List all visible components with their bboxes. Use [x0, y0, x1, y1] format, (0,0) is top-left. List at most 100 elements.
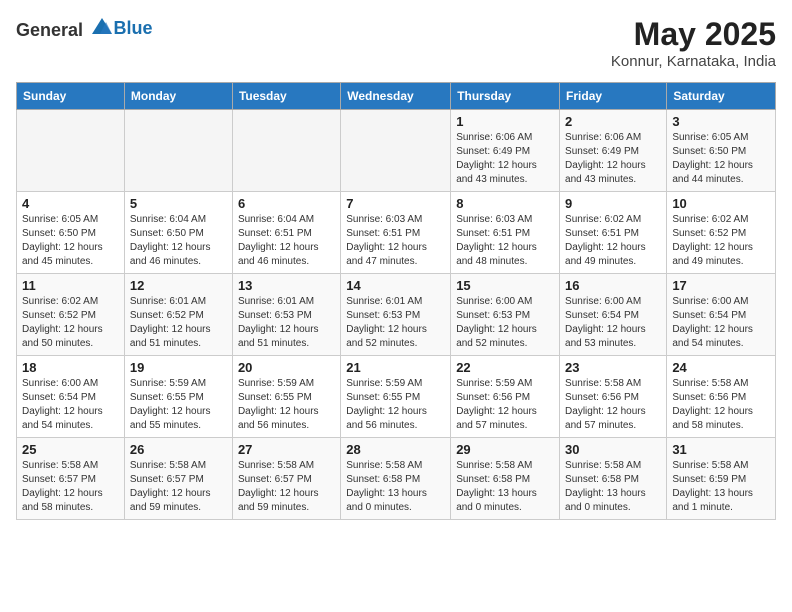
logo-general: General — [16, 20, 83, 40]
calendar-cell: 16 Sunrise: 6:00 AM Sunset: 6:54 PM Dayli… — [560, 274, 667, 356]
calendar-cell: 13Sunrise: 6:01 AM Sunset: 6:53 PM Dayli… — [232, 274, 340, 356]
logo: General Blue — [16, 16, 153, 41]
logo-icon — [90, 16, 114, 36]
calendar-week-row: 4Sunrise: 6:05 AM Sunset: 6:50 PM Daylig… — [17, 192, 776, 274]
day-info: Sunrise: 6:05 AM Sunset: 6:50 PM Dayligh… — [672, 131, 770, 187]
calendar-cell: 1 Sunrise: 6:06 AM Sunset: 6:49 PM Daylig… — [451, 110, 560, 192]
day-info: Sunrise: 6:02 AM Sunset: 6:51 PM Dayligh… — [565, 213, 661, 269]
calendar-cell: 8Sunrise: 6:03 AM Sunset: 6:51 PM Daylig… — [451, 192, 560, 274]
calendar-week-row: 18 Sunrise: 6:00 AM Sunset: 6:54 PM Dayli… — [17, 356, 776, 438]
day-number: 6 — [238, 196, 335, 211]
day-info: Sunrise: 5:58 AM Sunset: 6:57 PM Dayligh… — [238, 459, 335, 515]
day-info: Sunrise: 5:58 AM Sunset: 6:59 PM Dayligh… — [672, 459, 770, 515]
day-info: Sunrise: 6:00 AM Sunset: 6:54 PM Dayligh… — [672, 295, 770, 351]
day-number: 4 — [22, 196, 119, 211]
calendar-cell: 30 Sunrise: 5:58 AM Sunset: 6:58 PM Dayli… — [560, 438, 667, 520]
day-info: Sunrise: 6:02 AM Sunset: 6:52 PM Dayligh… — [672, 213, 770, 269]
day-info: Sunrise: 6:01 AM Sunset: 6:53 PM Dayligh… — [238, 295, 335, 351]
calendar-cell: 4Sunrise: 6:05 AM Sunset: 6:50 PM Daylig… — [17, 192, 125, 274]
day-of-week-header: Tuesday — [232, 83, 340, 110]
day-number: 18 — [22, 360, 119, 375]
calendar-body: 1 Sunrise: 6:06 AM Sunset: 6:49 PM Daylig… — [17, 110, 776, 520]
day-info: Sunrise: 5:58 AM Sunset: 6:56 PM Dayligh… — [565, 377, 661, 433]
day-info: Sunrise: 6:00 AM Sunset: 6:54 PM Dayligh… — [565, 295, 661, 351]
day-info: Sunrise: 6:01 AM Sunset: 6:53 PM Dayligh… — [346, 295, 445, 351]
calendar-cell: 31 Sunrise: 5:58 AM Sunset: 6:59 PM Dayli… — [667, 438, 776, 520]
day-info: Sunrise: 5:58 AM Sunset: 6:58 PM Dayligh… — [346, 459, 445, 515]
day-info: Sunrise: 6:00 AM Sunset: 6:53 PM Dayligh… — [456, 295, 554, 351]
day-number: 21 — [346, 360, 445, 375]
day-number: 15 — [456, 278, 554, 293]
day-number: 28 — [346, 442, 445, 457]
day-of-week-header: Wednesday — [341, 83, 451, 110]
calendar-cell: 9 Sunrise: 6:02 AM Sunset: 6:51 PM Daylig… — [560, 192, 667, 274]
title-block: May 2025 Konnur, Karnataka, India — [611, 16, 776, 70]
calendar-cell: 15 Sunrise: 6:00 AM Sunset: 6:53 PM Dayli… — [451, 274, 560, 356]
calendar-cell: 18 Sunrise: 6:00 AM Sunset: 6:54 PM Dayli… — [17, 356, 125, 438]
day-info: Sunrise: 5:59 AM Sunset: 6:55 PM Dayligh… — [238, 377, 335, 433]
calendar-cell — [232, 110, 340, 192]
day-number: 14 — [346, 278, 445, 293]
day-info: Sunrise: 5:58 AM Sunset: 6:58 PM Dayligh… — [565, 459, 661, 515]
day-info: Sunrise: 6:06 AM Sunset: 6:49 PM Dayligh… — [456, 131, 554, 187]
day-number: 8 — [456, 196, 554, 211]
day-info: Sunrise: 6:02 AM Sunset: 6:52 PM Dayligh… — [22, 295, 119, 351]
day-number: 30 — [565, 442, 661, 457]
page-header: General Blue May 2025 Konnur, Karnataka,… — [16, 16, 776, 70]
calendar-cell: 29Sunrise: 5:58 AM Sunset: 6:58 PM Dayli… — [451, 438, 560, 520]
day-info: Sunrise: 6:04 AM Sunset: 6:51 PM Dayligh… — [238, 213, 335, 269]
day-number: 24 — [672, 360, 770, 375]
day-number: 9 — [565, 196, 661, 211]
day-of-week-header: Friday — [560, 83, 667, 110]
day-of-week-header: Sunday — [17, 83, 125, 110]
day-number: 2 — [565, 114, 661, 129]
day-info: Sunrise: 5:58 AM Sunset: 6:57 PM Dayligh… — [22, 459, 119, 515]
day-number: 12 — [130, 278, 227, 293]
calendar-cell: 25Sunrise: 5:58 AM Sunset: 6:57 PM Dayli… — [17, 438, 125, 520]
calendar-cell: 22 Sunrise: 5:59 AM Sunset: 6:56 PM Dayli… — [451, 356, 560, 438]
day-number: 31 — [672, 442, 770, 457]
day-number: 3 — [672, 114, 770, 129]
calendar-cell: 2 Sunrise: 6:06 AM Sunset: 6:49 PM Daylig… — [560, 110, 667, 192]
day-info: Sunrise: 5:59 AM Sunset: 6:56 PM Dayligh… — [456, 377, 554, 433]
calendar-cell: 7Sunrise: 6:03 AM Sunset: 6:51 PM Daylig… — [341, 192, 451, 274]
day-info: Sunrise: 5:58 AM Sunset: 6:56 PM Dayligh… — [672, 377, 770, 433]
calendar-table: SundayMondayTuesdayWednesdayThursdayFrid… — [16, 82, 776, 520]
calendar-cell: 6 Sunrise: 6:04 AM Sunset: 6:51 PM Daylig… — [232, 192, 340, 274]
day-of-week-header: Monday — [124, 83, 232, 110]
day-info: Sunrise: 6:04 AM Sunset: 6:50 PM Dayligh… — [130, 213, 227, 269]
calendar-cell: 28 Sunrise: 5:58 AM Sunset: 6:58 PM Dayli… — [341, 438, 451, 520]
day-number: 1 — [456, 114, 554, 129]
calendar-cell: 26Sunrise: 5:58 AM Sunset: 6:57 PM Dayli… — [124, 438, 232, 520]
calendar-cell: 20 Sunrise: 5:59 AM Sunset: 6:55 PM Dayli… — [232, 356, 340, 438]
day-info: Sunrise: 5:59 AM Sunset: 6:55 PM Dayligh… — [130, 377, 227, 433]
logo-blue: Blue — [114, 18, 153, 38]
day-number: 26 — [130, 442, 227, 457]
day-number: 20 — [238, 360, 335, 375]
day-number: 23 — [565, 360, 661, 375]
calendar-cell — [17, 110, 125, 192]
calendar-cell: 23 Sunrise: 5:58 AM Sunset: 6:56 PM Dayli… — [560, 356, 667, 438]
day-info: Sunrise: 6:00 AM Sunset: 6:54 PM Dayligh… — [22, 377, 119, 433]
calendar-cell: 11Sunrise: 6:02 AM Sunset: 6:52 PM Dayli… — [17, 274, 125, 356]
calendar-cell: 21 Sunrise: 5:59 AM Sunset: 6:55 PM Dayli… — [341, 356, 451, 438]
calendar-week-row: 11Sunrise: 6:02 AM Sunset: 6:52 PM Dayli… — [17, 274, 776, 356]
calendar-header-row: SundayMondayTuesdayWednesdayThursdayFrid… — [17, 83, 776, 110]
calendar-cell: 19 Sunrise: 5:59 AM Sunset: 6:55 PM Dayli… — [124, 356, 232, 438]
calendar-cell: 3 Sunrise: 6:05 AM Sunset: 6:50 PM Daylig… — [667, 110, 776, 192]
day-of-week-header: Saturday — [667, 83, 776, 110]
calendar-cell: 14 Sunrise: 6:01 AM Sunset: 6:53 PM Dayli… — [341, 274, 451, 356]
calendar-cell: 24 Sunrise: 5:58 AM Sunset: 6:56 PM Dayli… — [667, 356, 776, 438]
day-number: 19 — [130, 360, 227, 375]
day-number: 16 — [565, 278, 661, 293]
calendar-cell — [341, 110, 451, 192]
day-number: 10 — [672, 196, 770, 211]
day-info: Sunrise: 6:06 AM Sunset: 6:49 PM Dayligh… — [565, 131, 661, 187]
day-info: Sunrise: 5:59 AM Sunset: 6:55 PM Dayligh… — [346, 377, 445, 433]
month-year-title: May 2025 — [611, 16, 776, 53]
day-number: 22 — [456, 360, 554, 375]
location-subtitle: Konnur, Karnataka, India — [611, 53, 776, 70]
day-of-week-header: Thursday — [451, 83, 560, 110]
calendar-cell: 12Sunrise: 6:01 AM Sunset: 6:52 PM Dayli… — [124, 274, 232, 356]
calendar-week-row: 25Sunrise: 5:58 AM Sunset: 6:57 PM Dayli… — [17, 438, 776, 520]
